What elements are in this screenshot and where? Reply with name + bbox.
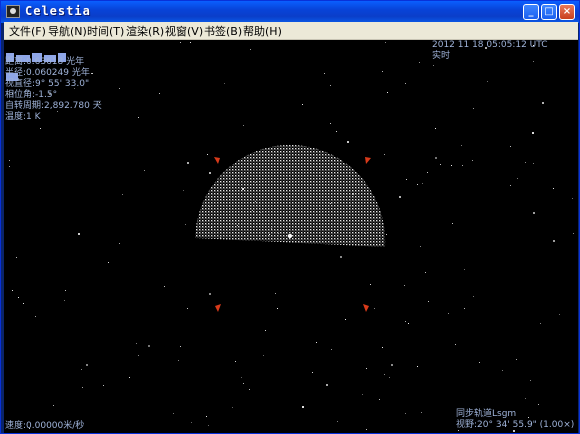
menu-help[interactable]: 帮助(H)	[243, 23, 282, 39]
app-window: Celestia _ □ × 文件(F) 导航(N) 时间(T) 渲染(R) 视…	[0, 0, 580, 434]
menu-time[interactable]: 时间(T)	[87, 23, 124, 39]
menu-render[interactable]: 渲染(R)	[126, 23, 164, 39]
menu-bookmarks[interactable]: 书签(B)	[204, 23, 242, 39]
menu-file[interactable]: 文件(F)	[9, 23, 46, 39]
object-info-panel: 距离:0.63618 光年 半径:0.060249 光年 视直径:9° 55' …	[5, 57, 102, 123]
minimize-button[interactable]: _	[523, 4, 539, 20]
speed-readout: 速度:0.00000米/秒	[5, 421, 85, 431]
field-of-view: 视野:20° 34' 55.9" (1.00×)	[456, 420, 575, 430]
camera-panel: 同步轨道Lsgm 视野:20° 34' 55.9" (1.00×)	[456, 409, 574, 431]
info-phase-angle: 相位角:-1.5°	[5, 90, 58, 100]
celestia-app-icon[interactable]	[6, 5, 20, 18]
info-distance: 距离:0.63618 光年	[5, 57, 85, 67]
info-radius: 半径:0.060249 光年	[5, 68, 90, 78]
follow-mode: 同步轨道Lsgm	[456, 409, 517, 419]
time-panel: 2012 11 18 05:05:12 UTC 实时	[432, 40, 548, 62]
info-temperature: 温度:1 K	[5, 112, 41, 122]
close-button[interactable]: ×	[559, 4, 575, 20]
space-viewport[interactable]: 距离:0.63618 光年 半径:0.060249 光年 视直径:9° 55' …	[4, 40, 578, 433]
celestial-object-sphere[interactable]	[184, 130, 394, 255]
time-mode: 实时	[432, 51, 451, 61]
menu-bar: 文件(F) 导航(N) 时间(T) 渲染(R) 视窗(V) 书签(B) 帮助(H…	[4, 22, 578, 40]
menu-navigate[interactable]: 导航(N)	[48, 23, 87, 39]
sim-time: 2012 11 18 05:05:12 UTC	[432, 40, 548, 50]
window-title: Celestia	[25, 4, 91, 18]
maximize-button[interactable]: □	[541, 4, 557, 20]
object-name-label	[6, 43, 78, 81]
title-bar[interactable]: Celestia _ □ ×	[1, 1, 579, 23]
menu-view[interactable]: 视窗(V)	[165, 23, 203, 39]
info-rotation-period: 自转周期:2,892.780 天	[5, 101, 102, 111]
info-apparent-diameter: 视直径:9° 55' 33.0"	[5, 79, 90, 89]
